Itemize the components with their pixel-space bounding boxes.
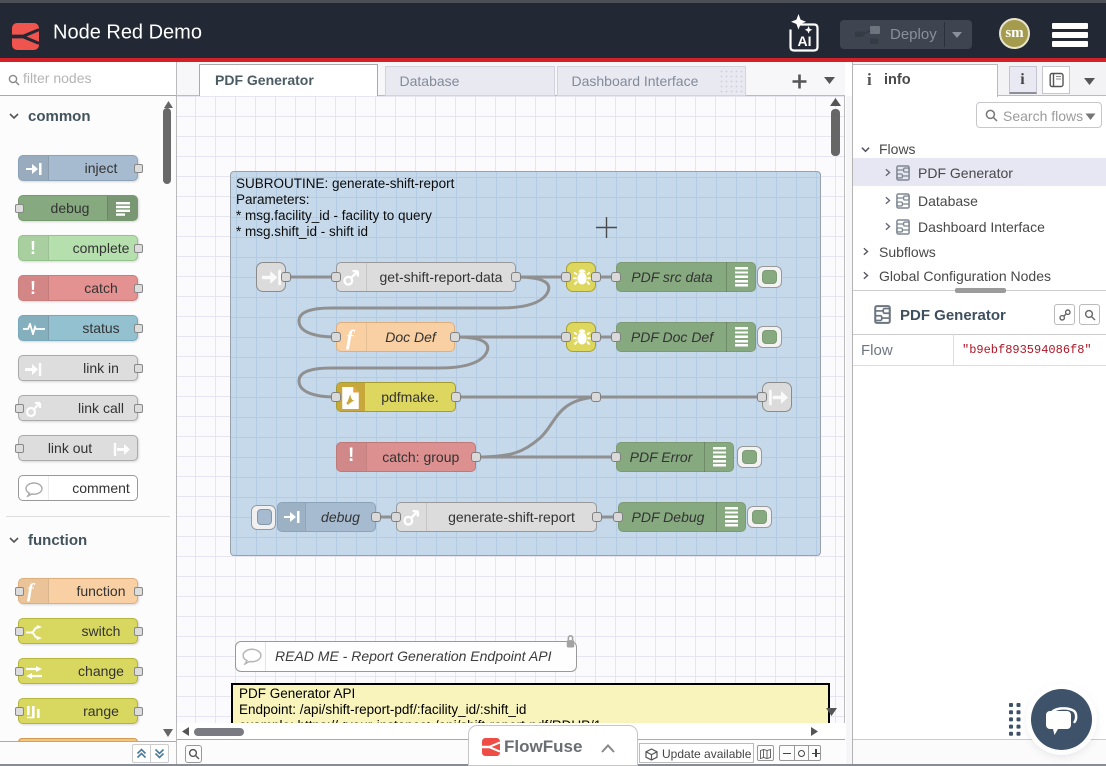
svg-text:AI: AI <box>798 33 812 49</box>
